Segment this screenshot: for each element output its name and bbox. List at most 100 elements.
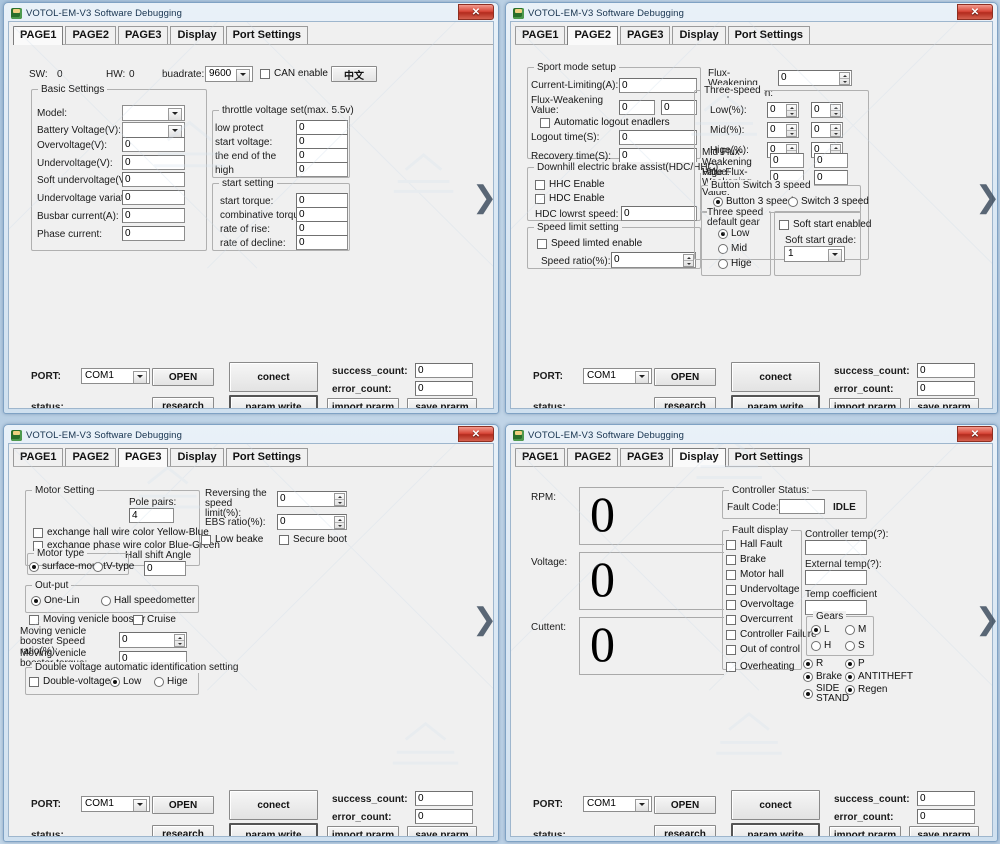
close-icon[interactable]: ✕ <box>957 426 993 442</box>
close-icon[interactable]: ✕ <box>458 4 494 20</box>
mid-flux-b-input[interactable]: 0 <box>814 153 848 168</box>
import-param-button[interactable]: import prarm <box>327 826 399 836</box>
window-page1[interactable]: VOTOL-EM-V3 Software Debugging ✕ PAGE1 P… <box>3 2 499 414</box>
conect-button[interactable]: conect <box>731 790 820 820</box>
next-page-chevron-4[interactable]: ❯ <box>975 605 1000 635</box>
combinative-torque-input[interactable]: 0 <box>296 207 348 222</box>
current-limiting-input[interactable]: 0 <box>619 78 697 93</box>
chinese-language-button[interactable]: 中文 <box>331 66 377 82</box>
spinner-icon[interactable] <box>786 124 797 137</box>
gear-mid-radio[interactable]: Mid <box>718 243 747 254</box>
spinner-icon[interactable] <box>839 72 850 85</box>
import-param-button[interactable]: import prarm <box>829 826 901 836</box>
close-icon[interactable]: ✕ <box>957 4 993 20</box>
spinner-icon[interactable] <box>830 124 841 137</box>
conect-button[interactable]: conect <box>229 790 318 820</box>
tab-page3[interactable]: PAGE3 <box>619 26 671 44</box>
param-write-button[interactable]: param write <box>229 395 318 408</box>
soft-start-enabled-checkbox[interactable]: Soft start enabled <box>779 219 871 230</box>
low-percent-a-input[interactable]: 0 <box>767 102 799 118</box>
tab-bar[interactable]: PAGE1 PAGE2 PAGE3 Display Port Settings <box>13 448 493 467</box>
research-button[interactable]: research <box>152 825 214 836</box>
tab-page2[interactable]: PAGE2 <box>65 448 116 466</box>
tab-page1[interactable]: PAGE1 <box>13 26 64 45</box>
tab-display[interactable]: Display <box>672 26 726 44</box>
automatic-logout-checkbox[interactable]: Automatic logout enadlers <box>540 117 670 128</box>
tab-display[interactable]: Display <box>170 448 224 466</box>
spinner-icon[interactable] <box>334 493 345 506</box>
close-icon[interactable]: ✕ <box>458 426 494 442</box>
flag-r-radio[interactable]: R <box>803 658 823 669</box>
fault-controller-failure[interactable]: Controller Failure <box>726 629 817 640</box>
import-param-button[interactable]: import prarm <box>327 398 399 408</box>
import-param-button[interactable]: import prarm <box>829 398 901 408</box>
save-param-button[interactable]: save prarm <box>407 398 477 408</box>
hhc-enable-checkbox[interactable]: HHC Enable <box>535 179 605 190</box>
conect-button[interactable]: conect <box>731 362 820 392</box>
spinner-icon[interactable] <box>334 516 345 529</box>
overvoltage-input[interactable]: 0 <box>122 137 185 152</box>
gear-low-radio[interactable]: Low <box>718 228 749 239</box>
hdc-lowest-speed-input[interactable]: 0 <box>621 206 697 221</box>
flux-weakening-value-b-input[interactable]: 0 <box>661 100 697 115</box>
titlebar[interactable]: VOTOL-EM-V3 Software Debugging ✕ <box>8 4 494 21</box>
flux-weakening-value-a-input[interactable]: 0 <box>619 100 655 115</box>
fault-hall-fault[interactable]: Hall Fault <box>726 539 782 550</box>
save-param-button[interactable]: save prarm <box>909 398 979 408</box>
tab-page1[interactable]: PAGE1 <box>13 448 64 466</box>
save-param-button[interactable]: save prarm <box>407 826 477 836</box>
undervoltage-input[interactable]: 0 <box>122 155 185 170</box>
battery-voltage-select[interactable] <box>122 122 185 138</box>
tab-port-settings[interactable]: Port Settings <box>225 448 309 466</box>
button-3-speed-radio[interactable]: Button 3 speed <box>713 196 793 207</box>
window-page3[interactable]: VOTOL-EM-V3 Software Debugging ✕ PAGE1 P… <box>3 424 499 842</box>
start-torque-input[interactable]: 0 <box>296 193 348 208</box>
double-voltage-hige-radio[interactable]: Hige <box>154 676 188 687</box>
port-select[interactable]: COM1 <box>583 368 652 384</box>
reversing-speed-limit-input[interactable]: 0 <box>277 491 347 507</box>
output-hall-speedometer-radio[interactable]: Hall speedometter <box>101 595 195 606</box>
tab-page2[interactable]: PAGE2 <box>567 448 618 466</box>
research-button[interactable]: research <box>654 397 716 408</box>
low-beake-checkbox[interactable]: Low beake <box>201 534 263 545</box>
next-page-chevron-3[interactable]: ❯ <box>472 605 497 635</box>
double-voltage-checkbox[interactable]: Double-voltage <box>29 676 110 687</box>
open-button[interactable]: OPEN <box>152 796 214 814</box>
secure-boot-checkbox[interactable]: Secure boot <box>279 534 347 545</box>
window-display[interactable]: VOTOL-EM-V3 Software Debugging ✕ PAGE1 P… <box>505 424 998 842</box>
spinner-icon[interactable] <box>786 104 797 117</box>
hdc-enable-checkbox[interactable]: HDC Enable <box>535 193 605 204</box>
model-select[interactable] <box>122 105 185 121</box>
param-write-button[interactable]: param write <box>731 395 820 408</box>
baudrate-select[interactable]: 9600 <box>205 66 253 82</box>
can-enable-checkbox[interactable]: CAN enable <box>260 68 328 79</box>
param-write-button[interactable]: param write <box>229 823 318 836</box>
open-button[interactable]: OPEN <box>152 368 214 386</box>
param-write-button[interactable]: param write <box>731 823 820 836</box>
mid-percent-b-input[interactable]: 0 <box>811 122 843 138</box>
fault-brake[interactable]: Brake <box>726 554 766 565</box>
gear-s-radio[interactable]: S <box>845 640 865 651</box>
spinner-icon[interactable] <box>174 634 185 647</box>
tab-page1[interactable]: PAGE1 <box>515 26 566 44</box>
tab-display[interactable]: Display <box>170 26 224 44</box>
cruise-checkbox[interactable]: Cruise <box>133 614 176 625</box>
open-button[interactable]: OPEN <box>654 368 716 386</box>
gear-m-radio[interactable]: M <box>845 624 866 635</box>
titlebar[interactable]: VOTOL-EM-V3 Software Debugging ✕ <box>510 426 993 443</box>
output-one-lin-radio[interactable]: One-Lin <box>31 595 80 606</box>
logout-time-input[interactable]: 0 <box>619 130 697 145</box>
switch-3-speed-radio[interactable]: Switch 3 speed <box>788 196 869 207</box>
mid-percent-a-input[interactable]: 0 <box>767 122 799 138</box>
flag-regen-radio[interactable]: Regen <box>845 684 887 695</box>
recovery-time-input[interactable]: 0 <box>619 148 697 163</box>
speed-ratio-input[interactable]: 0 <box>611 252 696 268</box>
hall-shift-angle-input[interactable]: 0 <box>144 561 186 576</box>
tab-display[interactable]: Display <box>672 448 726 467</box>
fault-overvoltage[interactable]: Overvoltage <box>726 599 794 610</box>
tab-page2[interactable]: PAGE2 <box>65 26 116 44</box>
low-protect-input[interactable]: 0 <box>296 120 348 135</box>
end-of-the-input[interactable]: 0 <box>296 148 348 163</box>
titlebar[interactable]: VOTOL-EM-V3 Software Debugging ✕ <box>510 4 993 21</box>
soft-undervoltage-input[interactable]: 0 <box>122 172 185 187</box>
